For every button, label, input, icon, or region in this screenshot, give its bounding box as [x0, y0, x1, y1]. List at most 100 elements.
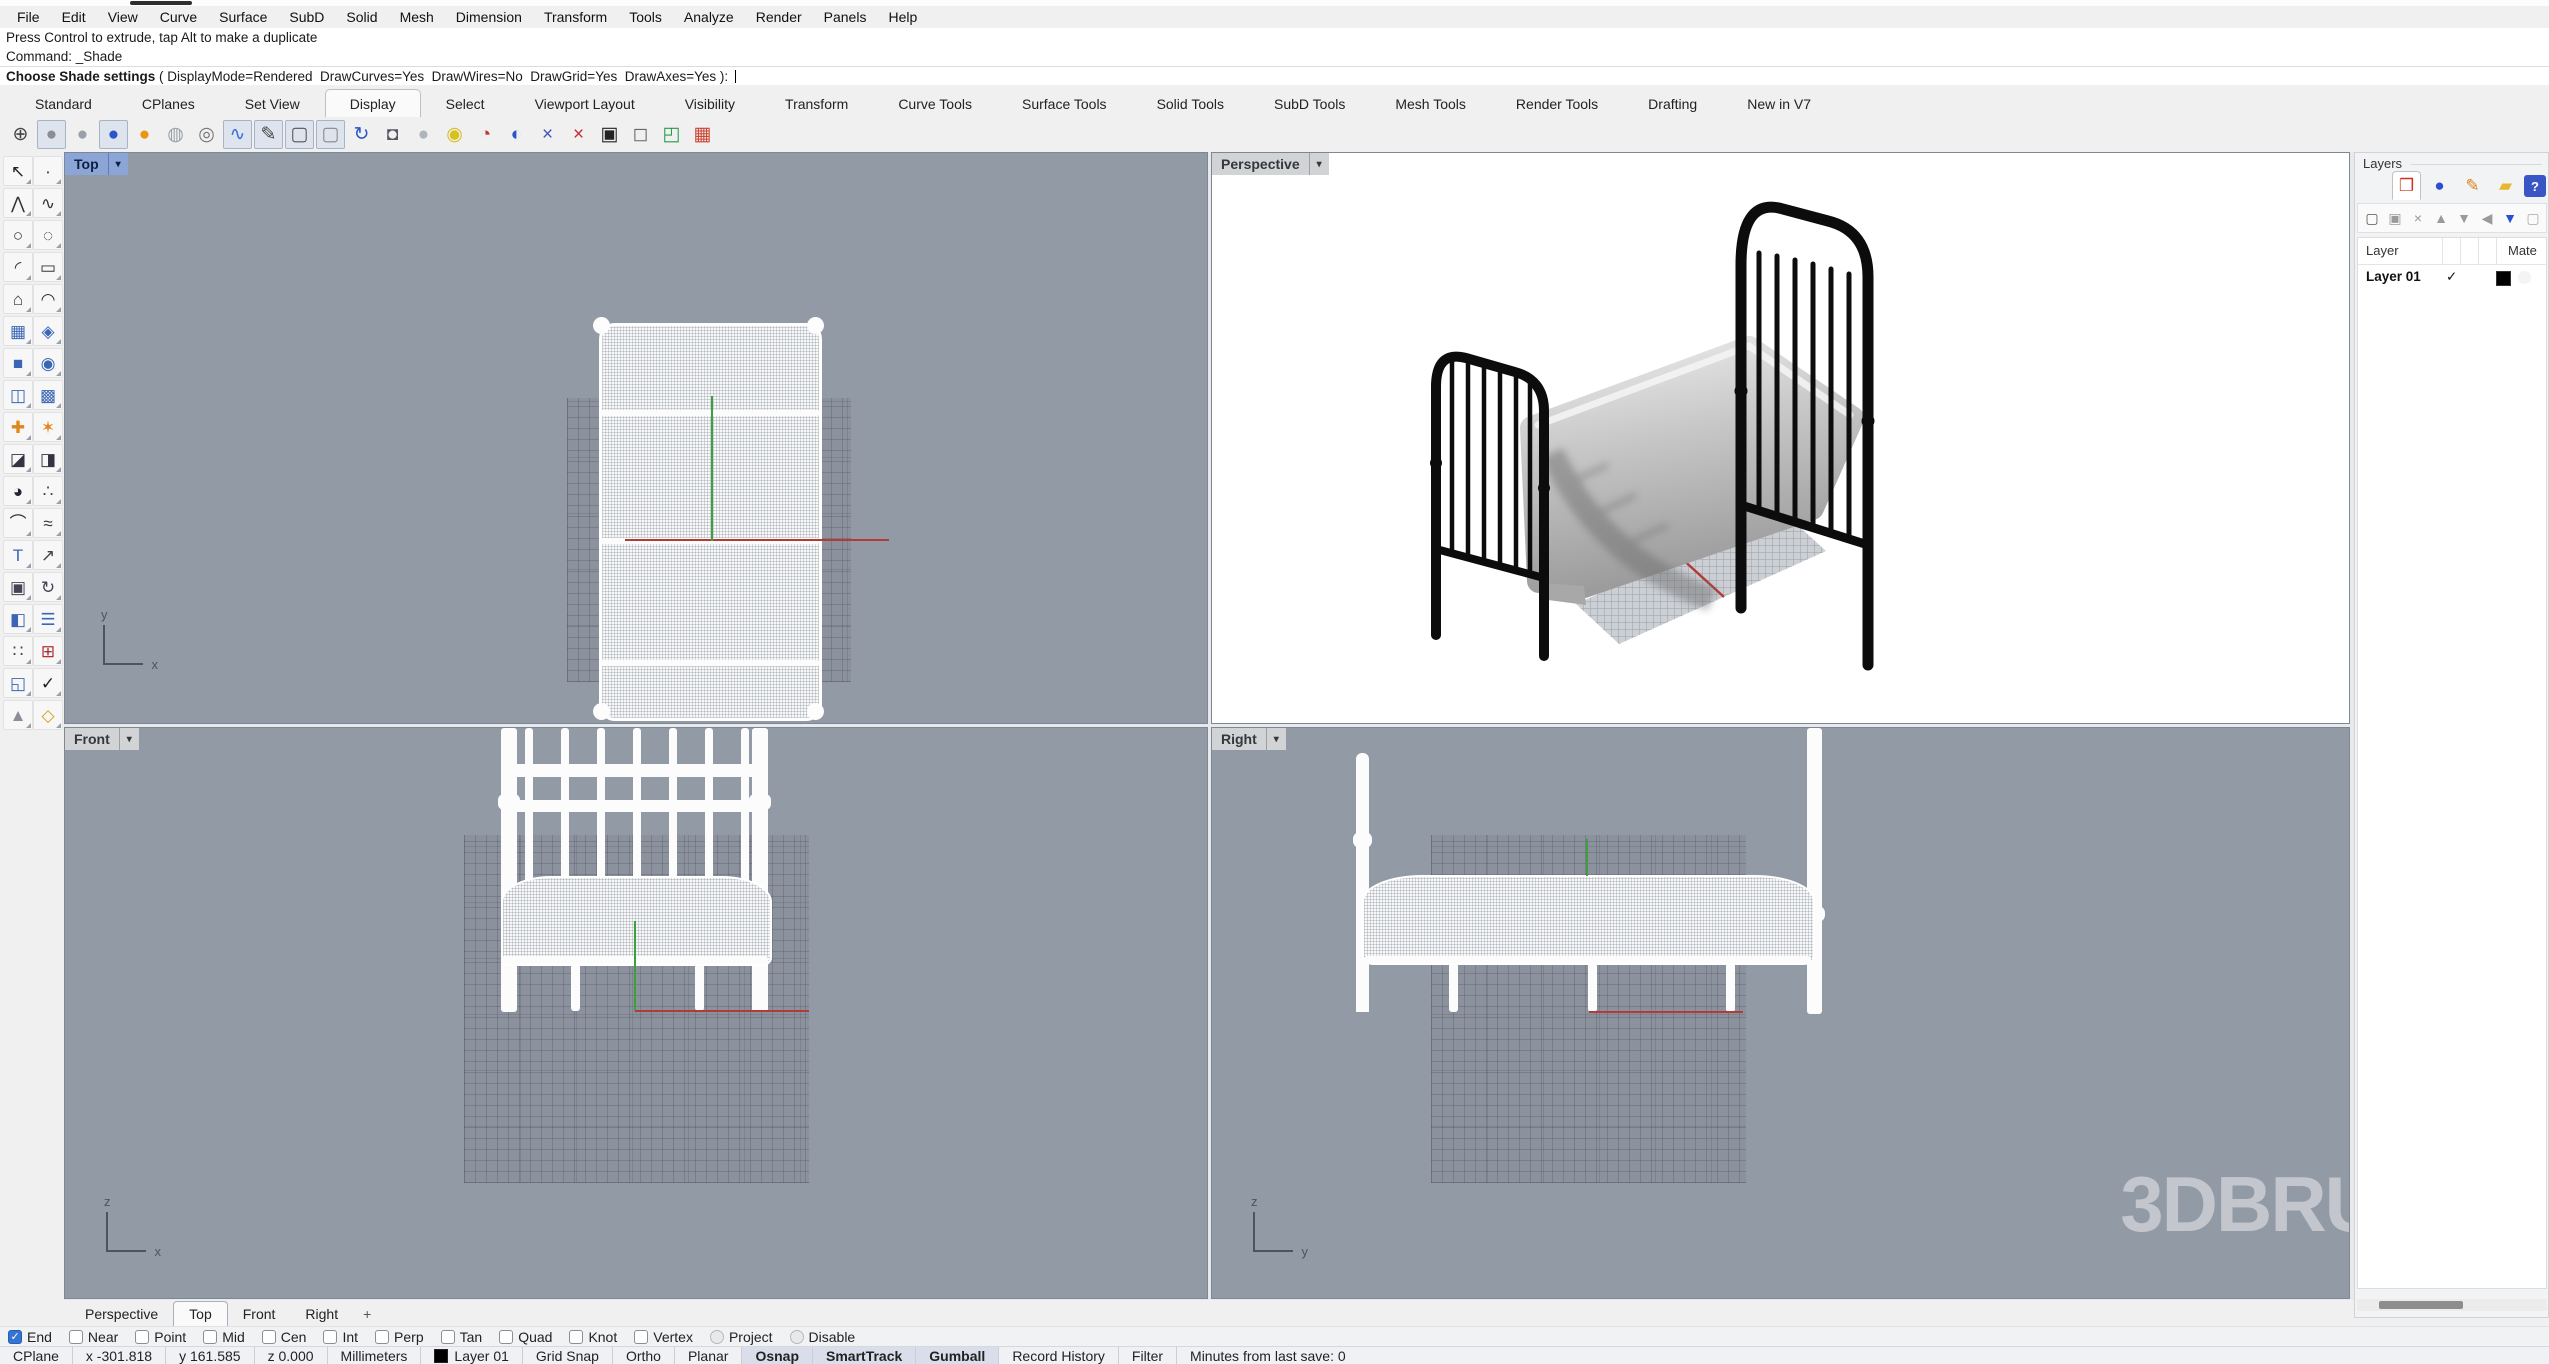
- delete-layer-icon[interactable]: ×: [2408, 208, 2428, 228]
- status-cell[interactable]: Layer 01: [421, 1347, 522, 1364]
- viewport-top[interactable]: Top ▾ y x: [64, 152, 1208, 724]
- new-viewport-tab-button[interactable]: +: [353, 1302, 381, 1326]
- osnap-toggle[interactable]: Quad: [499, 1329, 552, 1345]
- layer-material-dot[interactable]: [2518, 271, 2531, 284]
- clear-display-icon[interactable]: ×: [564, 120, 593, 149]
- new-sublayer-icon[interactable]: ▢: [2523, 208, 2543, 228]
- cplane-sphere-icon[interactable]: ◔: [471, 120, 500, 149]
- osnap-toggle[interactable]: Knot: [569, 1329, 617, 1345]
- command-area[interactable]: Press Control to extrude, tap Alt to mak…: [0, 28, 2549, 86]
- shaded-display-icon[interactable]: ●: [37, 120, 66, 149]
- osnap-label[interactable]: Project: [729, 1329, 773, 1345]
- osnap-toggle[interactable]: Mid: [203, 1329, 245, 1345]
- surface-array-icon[interactable]: ▩: [33, 380, 63, 410]
- shaded-gray-display-icon[interactable]: ●: [68, 120, 97, 149]
- menu-item[interactable]: Help: [877, 7, 928, 27]
- viewport-title[interactable]: Front: [65, 728, 119, 750]
- blend-curve-icon[interactable]: ≈: [33, 508, 63, 538]
- viewport-menu-arrow-icon[interactable]: ▾: [1309, 153, 1329, 175]
- checkbox-icon[interactable]: [634, 1330, 648, 1344]
- osnap-label[interactable]: Int: [342, 1329, 358, 1345]
- lasso-icon[interactable]: ◇: [33, 700, 63, 730]
- osnap-label[interactable]: Point: [154, 1329, 186, 1345]
- status-cell[interactable]: CPlane: [0, 1347, 73, 1364]
- layer-row[interactable]: Layer 01 ✓: [2358, 265, 2546, 291]
- menu-item[interactable]: Render: [745, 7, 813, 27]
- xray-display-icon[interactable]: ◎: [192, 120, 221, 149]
- osnap-toggle[interactable]: Disable: [790, 1329, 856, 1345]
- viewport-title[interactable]: Perspective: [1212, 153, 1309, 175]
- ribbon-tab[interactable]: Render Tools: [1491, 89, 1623, 118]
- ribbon-tab[interactable]: Visibility: [660, 89, 760, 118]
- arc-icon[interactable]: ◜: [3, 252, 33, 282]
- viewport-menu-arrow-icon[interactable]: ▾: [119, 728, 139, 750]
- raytraced-display-icon[interactable]: ●: [130, 120, 159, 149]
- osnap-toggle[interactable]: End: [8, 1329, 52, 1345]
- refresh-shade-icon[interactable]: ↻: [347, 120, 376, 149]
- ribbon-tab[interactable]: Select: [421, 89, 510, 118]
- collapse-icon[interactable]: ◀: [2477, 208, 2497, 228]
- checkbox-icon[interactable]: [8, 1330, 22, 1344]
- layers-horizontal-scrollbar[interactable]: [2357, 1299, 2547, 1311]
- command-prompt-options[interactable]: ( DisplayMode=Rendered DrawCurves=Yes Dr…: [155, 69, 732, 84]
- materials-tab-icon[interactable]: ✎: [2458, 171, 2487, 200]
- display-options-icon[interactable]: ▦: [688, 120, 717, 149]
- checkbox-icon[interactable]: [69, 1330, 83, 1344]
- trim-icon[interactable]: ◪: [3, 444, 33, 474]
- control-curve-icon[interactable]: ∿: [33, 188, 63, 218]
- wireframe-display-icon[interactable]: ⊕: [6, 120, 35, 149]
- menu-item[interactable]: Edit: [51, 7, 97, 27]
- layer-visible-check-icon[interactable]: ✓: [2446, 269, 2457, 285]
- select-pointer-icon[interactable]: ↖: [3, 156, 33, 186]
- selection-filter-icon[interactable]: ✓: [33, 668, 63, 698]
- osnap-toggle[interactable]: Tan: [441, 1329, 483, 1345]
- viewport-front-label[interactable]: Front ▾: [65, 728, 139, 750]
- status-cell[interactable]: Millimeters: [328, 1347, 422, 1364]
- menu-item[interactable]: Panels: [813, 7, 878, 27]
- status-cell[interactable]: Grid Snap: [523, 1347, 613, 1364]
- move-down-icon[interactable]: ▼: [2454, 208, 2474, 228]
- duplicate-layer-icon[interactable]: ▣: [2385, 208, 2405, 228]
- menu-item[interactable]: Solid: [335, 7, 388, 27]
- osnap-label[interactable]: Disable: [809, 1329, 856, 1345]
- help-tab-icon[interactable]: ?: [2524, 175, 2546, 197]
- curvature-analysis-icon[interactable]: ×: [533, 120, 562, 149]
- osnap-label[interactable]: Tan: [460, 1329, 483, 1345]
- checkbox-icon[interactable]: [710, 1330, 724, 1344]
- menu-item[interactable]: Curve: [149, 7, 208, 27]
- flat-shade-icon[interactable]: ◘: [378, 120, 407, 149]
- rendered-display-icon[interactable]: ●: [99, 120, 128, 149]
- osnap-label[interactable]: Perp: [394, 1329, 424, 1345]
- split-icon[interactable]: ◨: [33, 444, 63, 474]
- status-cell[interactable]: SmartTrack: [813, 1347, 916, 1364]
- distribute-icon[interactable]: ☰: [33, 604, 63, 634]
- copy-icon[interactable]: ▣: [3, 572, 33, 602]
- osnap-toggle[interactable]: Vertex: [634, 1329, 693, 1345]
- circle-icon[interactable]: ○: [3, 220, 33, 250]
- ribbon-tab[interactable]: Drafting: [1623, 89, 1722, 118]
- viewport-menu-arrow-icon[interactable]: ▾: [1266, 728, 1286, 750]
- viewport-page-tab[interactable]: Front: [228, 1302, 291, 1326]
- libraries-tab-icon[interactable]: ▰: [2491, 171, 2520, 200]
- command-prompt-line[interactable]: Choose Shade settings ( DisplayMode=Rend…: [0, 66, 2549, 86]
- scrollbar-thumb[interactable]: [2379, 1301, 2463, 1309]
- ribbon-tab[interactable]: Viewport Layout: [510, 89, 660, 118]
- status-cell[interactable]: Osnap: [742, 1347, 813, 1364]
- menu-item[interactable]: Mesh: [389, 7, 445, 27]
- checkbox-icon[interactable]: [375, 1330, 389, 1344]
- surface-from-points-icon[interactable]: ▦: [3, 316, 33, 346]
- monochrome-display-icon[interactable]: ▢: [316, 120, 345, 149]
- osnap-toggle[interactable]: Int: [323, 1329, 358, 1345]
- menu-item[interactable]: Surface: [208, 7, 278, 27]
- rectangle-icon[interactable]: ▭: [33, 252, 63, 282]
- viewport-page-tab[interactable]: Right: [290, 1302, 353, 1326]
- osnap-label[interactable]: Near: [88, 1329, 118, 1345]
- checkbox-icon[interactable]: [790, 1330, 804, 1344]
- ribbon-tab[interactable]: Transform: [760, 89, 873, 118]
- gray-sphere-icon[interactable]: ●: [409, 120, 438, 149]
- patch-surface-icon[interactable]: ◈: [33, 316, 63, 346]
- layer-name[interactable]: Layer 01: [2366, 269, 2421, 284]
- fillet-curve-icon[interactable]: ⌒: [3, 508, 33, 538]
- polygon-icon[interactable]: ⌂: [3, 284, 33, 314]
- ghosted-display-icon[interactable]: ◍: [161, 120, 190, 149]
